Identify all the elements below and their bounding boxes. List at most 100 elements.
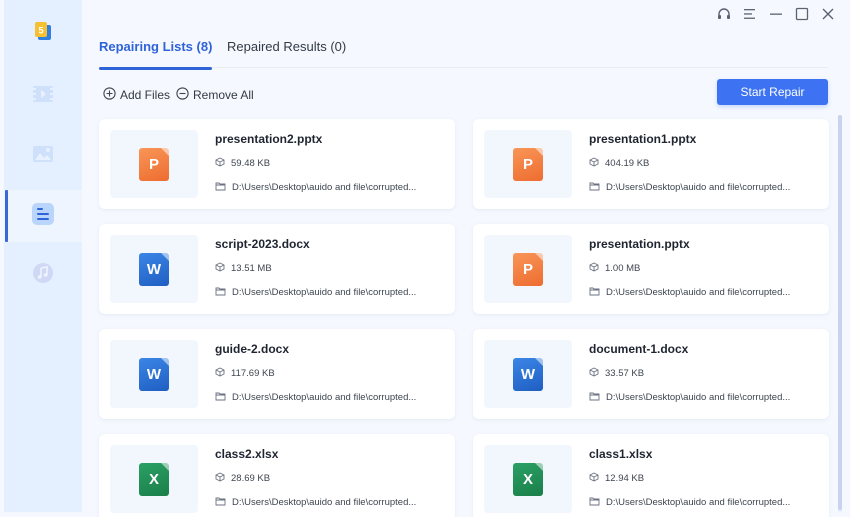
size-cube-icon [215, 472, 225, 485]
folder-icon [215, 286, 226, 299]
file-size: 1.00 MB [605, 263, 641, 274]
add-files-button[interactable]: Add Files [103, 87, 170, 103]
file-path-row: D:\Users\Desktop\auido and file\corrupte… [589, 286, 790, 299]
file-path-row: D:\Users\Desktop\auido and file\corrupte… [589, 496, 790, 509]
file-path: D:\Users\Desktop\auido and file\corrupte… [232, 182, 417, 193]
file-thumbnail: X [484, 445, 572, 513]
file-card[interactable]: X class2.xlsx 28.69 KB D:\Users\Desktop\… [99, 434, 455, 517]
file-size-row: 1.00 MB [589, 262, 640, 275]
svg-text:5: 5 [38, 26, 43, 36]
tab-repairing-lists[interactable]: Repairing Lists (8) [99, 38, 213, 70]
file-name: script-2023.docx [215, 237, 310, 251]
size-cube-icon [589, 157, 599, 170]
docx-file-icon: W [139, 252, 169, 286]
file-thumbnail: P [484, 235, 572, 303]
app-window: 5 Repairing Lists (8) Repaired Results (… [0, 0, 850, 517]
sidebar-item-photo[interactable] [4, 130, 82, 182]
file-type-letter: W [520, 365, 536, 383]
size-cube-icon [215, 262, 225, 275]
file-path-row: D:\Users\Desktop\auido and file\corrupte… [215, 391, 416, 404]
add-circle-icon [103, 87, 116, 103]
file-card[interactable]: P presentation2.pptx 59.48 KB D:\Users\D… [99, 119, 455, 209]
file-name: presentation1.pptx [589, 132, 697, 146]
file-size-row: 404.19 KB [589, 157, 649, 170]
file-size-row: 33.57 KB [589, 367, 644, 380]
xlsx-file-icon: X [513, 462, 543, 496]
file-size-row: 13.51 MB [215, 262, 272, 275]
maximize-button[interactable] [792, 6, 812, 26]
folder-icon [589, 286, 600, 299]
file-name: class1.xlsx [589, 447, 653, 461]
folder-icon [589, 391, 600, 404]
file-path: D:\Users\Desktop\auido and file\corrupte… [606, 497, 791, 508]
remove-circle-icon [176, 87, 189, 103]
file-path-row: D:\Users\Desktop\auido and file\corrupte… [215, 181, 416, 194]
file-size: 28.69 KB [231, 473, 271, 484]
file-path: D:\Users\Desktop\auido and file\corrupte… [232, 497, 417, 508]
file-path: D:\Users\Desktop\auido and file\corrupte… [606, 392, 791, 403]
remove-all-button[interactable]: Remove All [176, 87, 254, 103]
minimize-icon [768, 6, 784, 27]
xlsx-file-icon: X [139, 462, 169, 496]
folder-icon [589, 496, 600, 509]
file-card[interactable]: W document-1.docx 33.57 KB D:\Users\Desk… [473, 329, 829, 419]
file-name: presentation.pptx [589, 237, 690, 251]
sidebar-item-video[interactable] [4, 70, 82, 122]
size-cube-icon [589, 472, 599, 485]
close-button[interactable] [818, 6, 838, 26]
file-card[interactable]: P presentation1.pptx 404.19 KB D:\Users\… [473, 119, 829, 209]
file-card[interactable]: P presentation.pptx 1.00 MB D:\Users\Des… [473, 224, 829, 314]
sidebar-item-document[interactable] [4, 190, 82, 242]
file-size-row: 117.69 KB [215, 367, 275, 380]
file-thumbnail: W [484, 340, 572, 408]
file-card[interactable]: X class1.xlsx 12.94 KB D:\Users\Desktop\… [473, 434, 829, 517]
pptx-file-icon: P [139, 147, 169, 181]
window-controls [714, 6, 838, 26]
file-path-row: D:\Users\Desktop\auido and file\corrupte… [589, 391, 790, 404]
file-size: 59.48 KB [231, 158, 271, 169]
file-path: D:\Users\Desktop\auido and file\corrupte… [606, 287, 791, 298]
file-type-letter: X [522, 470, 533, 488]
menu-button[interactable] [740, 6, 760, 26]
file-path: D:\Users\Desktop\auido and file\corrupte… [232, 392, 417, 403]
file-size: 13.51 MB [231, 263, 272, 274]
tab-repaired-results[interactable]: Repaired Results (0) [227, 38, 346, 68]
file-path-row: D:\Users\Desktop\auido and file\corrupte… [589, 181, 790, 194]
pptx-file-icon: P [513, 252, 543, 286]
maximize-icon [794, 6, 810, 27]
file-thumbnail: X [110, 445, 198, 513]
sidebar: 5 [4, 0, 82, 512]
document-icon [31, 202, 55, 231]
file-path: D:\Users\Desktop\auido and file\corrupte… [232, 287, 417, 298]
file-type-letter: X [148, 470, 159, 488]
file-name: class2.xlsx [215, 447, 279, 461]
file-card[interactable]: W script-2023.docx 13.51 MB D:\Users\Des… [99, 224, 455, 314]
tab-bar: Repairing Lists (8) Repaired Results (0) [99, 38, 828, 70]
menu-icon [742, 6, 758, 27]
file-size: 404.19 KB [605, 158, 650, 169]
app-logo-icon: 5 [32, 20, 54, 42]
scrollbar[interactable] [838, 115, 842, 512]
support-button[interactable] [714, 6, 734, 26]
video-icon [32, 85, 54, 108]
scrollbar-thumb[interactable] [838, 115, 842, 510]
file-card[interactable]: W guide-2.docx 117.69 KB D:\Users\Deskto… [99, 329, 455, 419]
file-path: D:\Users\Desktop\auido and file\corrupte… [606, 182, 791, 193]
file-name: document-1.docx [589, 342, 689, 356]
image-icon [32, 145, 54, 168]
file-name: presentation2.pptx [215, 132, 323, 146]
file-type-letter: W [146, 365, 162, 383]
start-repair-button[interactable]: Start Repair [717, 79, 828, 105]
file-type-letter: W [146, 260, 162, 278]
file-thumbnail: P [484, 130, 572, 198]
file-type-letter: P [148, 155, 159, 173]
docx-file-icon: W [139, 357, 169, 391]
minimize-button[interactable] [766, 6, 786, 26]
file-name: guide-2.docx [215, 342, 290, 356]
folder-icon [215, 391, 226, 404]
size-cube-icon [589, 367, 599, 380]
file-thumbnail: W [110, 235, 198, 303]
file-size-row: 59.48 KB [215, 157, 270, 170]
file-thumbnail: P [110, 130, 198, 198]
sidebar-item-audio[interactable] [4, 249, 82, 301]
